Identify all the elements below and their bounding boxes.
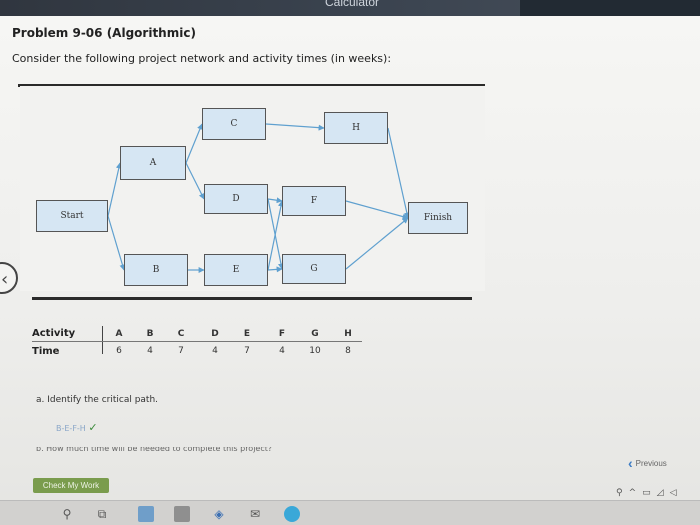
previous-label: Previous (635, 458, 667, 468)
check-mark-icon: ✓ (88, 421, 98, 434)
browser-app-icon[interactable] (138, 506, 154, 522)
table-activity-cell: H (344, 329, 352, 339)
table-vertical-rule (102, 326, 103, 354)
table-time-cell: 6 (116, 346, 122, 356)
taskbar: ⚲ ⧉ ◈ ✉ (0, 500, 700, 525)
table-time-cell: 4 (147, 346, 153, 356)
network-edge-g-finish (345, 217, 409, 270)
question-b: b. How much time will be needed to compl… (36, 447, 273, 453)
check-my-work-button[interactable]: Check My Work (33, 478, 109, 493)
network-edge-d-f (267, 197, 283, 204)
problem-title: Problem 9-06 (Algorithmic) (12, 26, 196, 40)
table-horizontal-rule (32, 341, 362, 342)
answer-a-value: B-E-F-H (56, 424, 86, 433)
network-node-a: A (120, 146, 186, 180)
question-a: a. Identify the critical path. (36, 395, 159, 405)
table-time-cell: 7 (178, 346, 184, 356)
table-activity-cell: F (278, 329, 286, 339)
table-activity-cell: A (115, 329, 123, 339)
answer-a-field[interactable]: B-E-F-H ✓ (56, 421, 98, 434)
chevron-left-icon: ‹ (1, 269, 9, 290)
network-edge-start-a (107, 162, 122, 217)
chevron-up-icon[interactable]: ^ (629, 488, 637, 498)
network-node-d: D (204, 184, 268, 214)
table-time-cell: 8 (345, 346, 351, 356)
table-activity-cell: E (243, 329, 251, 339)
network-edge-a-c (185, 123, 203, 164)
people-icon[interactable]: ⚲ (616, 488, 623, 498)
table-activity-cell: D (211, 329, 219, 339)
top-bar-dark-area (520, 0, 700, 16)
network-edge-h-finish (387, 127, 410, 219)
chrome-icon[interactable] (284, 506, 300, 522)
network-node-g: G (282, 254, 346, 284)
problem-prompt: Consider the following project network a… (12, 52, 392, 65)
network-node-f: F (282, 186, 346, 216)
battery-icon[interactable]: ▭ (642, 488, 651, 498)
network-node-start: Start (36, 200, 108, 232)
table-activity-label: Activity (32, 328, 76, 339)
system-tray: ⚲ ^ ▭ ◿ ◁ (616, 488, 677, 498)
table-time-cell: 4 (212, 346, 218, 356)
chevron-left-icon: ‹ (628, 455, 633, 471)
network-edge-c-h (265, 123, 325, 131)
table-time-cell: 7 (244, 346, 250, 356)
network-node-h: H (324, 112, 388, 144)
network-bottom-rule (32, 297, 472, 300)
network-node-finish: Finish (408, 202, 468, 234)
previous-button[interactable]: ‹ Previous (628, 455, 684, 471)
table-time-cell: 10 (309, 346, 321, 356)
table-time-label: Time (32, 346, 60, 357)
mail-icon[interactable]: ✉ (248, 507, 262, 521)
network-node-b: B (124, 254, 188, 286)
browser-top-bar: Calculator (0, 0, 700, 16)
table-activity-cell: G (311, 329, 319, 339)
network-edge-start-b (107, 215, 126, 271)
network-edge-e-g (267, 266, 283, 273)
dropbox-icon[interactable]: ◈ (212, 507, 226, 521)
network-node-e: E (204, 254, 268, 286)
volume-icon[interactable]: ◁ (670, 488, 677, 498)
network-edge-a-d (185, 162, 205, 200)
network-edge-f-finish (345, 200, 409, 220)
app-icon[interactable] (174, 506, 190, 522)
table-activity-cell: B (146, 329, 154, 339)
table-time-cell: 4 (279, 346, 285, 356)
task-view-icon[interactable]: ⧉ (95, 507, 109, 521)
table-activity-cell: C (177, 329, 185, 339)
search-icon[interactable]: ⚲ (60, 507, 74, 521)
window-title: Calculator (325, 0, 380, 9)
project-network: Start A B C D E F G H Finish (20, 86, 485, 291)
network-node-c: C (202, 108, 266, 140)
network-icon[interactable]: ◿ (657, 488, 664, 498)
